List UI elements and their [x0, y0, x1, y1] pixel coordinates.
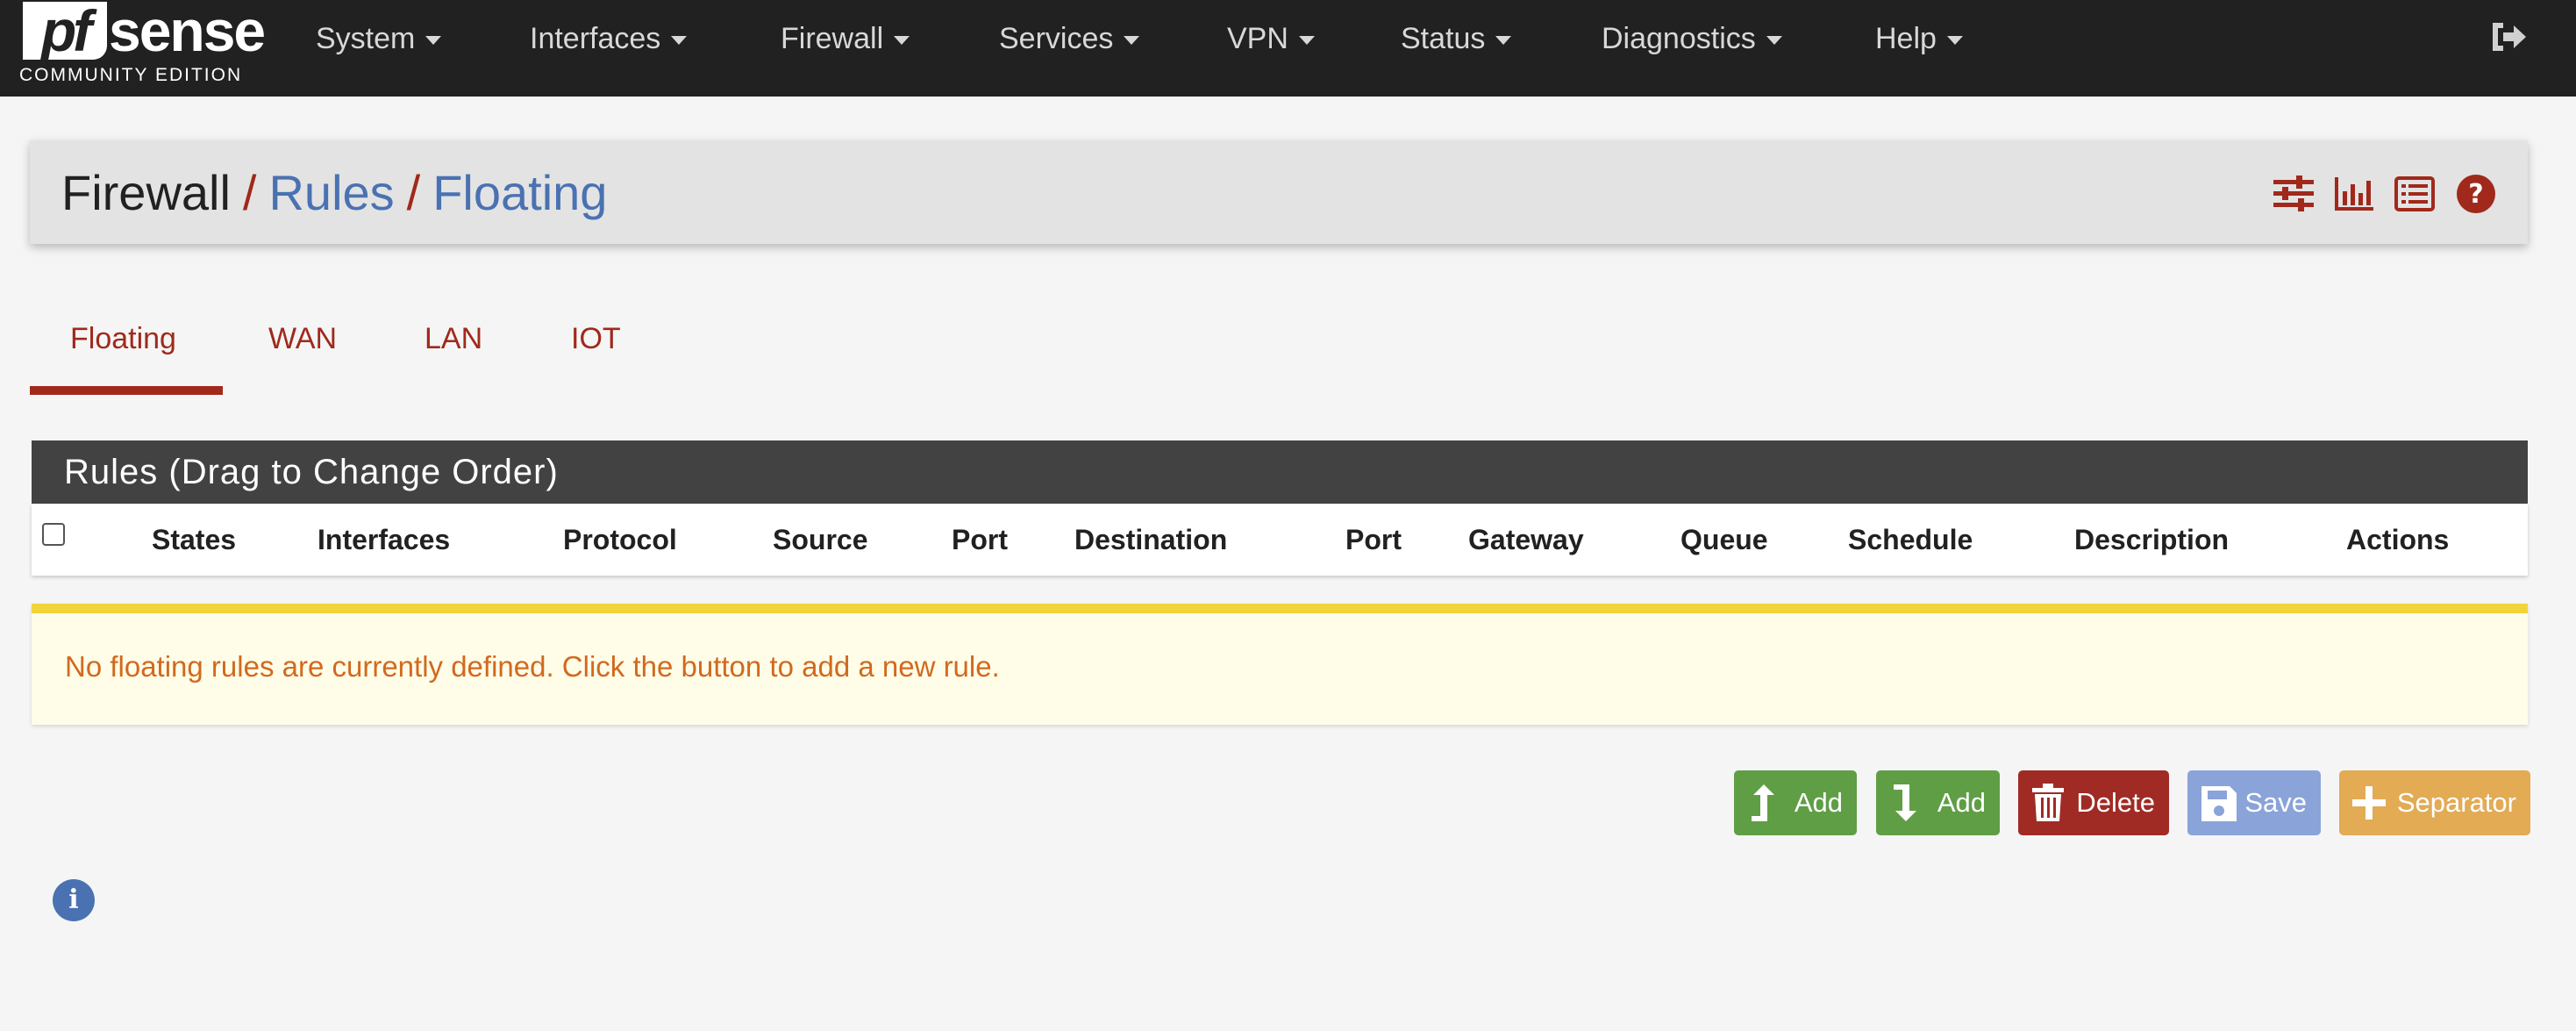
- nav-status-label: Status: [1401, 22, 1486, 55]
- active-tab-indicator: [30, 386, 223, 395]
- column-description[interactable]: Description: [2074, 521, 2229, 558]
- column-source-port[interactable]: Port: [952, 521, 1008, 558]
- separator-label: Separator: [2396, 787, 2516, 818]
- nav-system-label: System: [316, 22, 416, 55]
- nav-vpn[interactable]: VPN: [1227, 19, 1315, 58]
- column-gateway[interactable]: Gateway: [1468, 521, 1584, 558]
- breadcrumb-separator: /: [242, 165, 257, 220]
- caret-down-icon: [1495, 36, 1512, 46]
- column-interfaces[interactable]: Interfaces: [318, 521, 450, 558]
- add-bottom-label: Add: [1937, 787, 1986, 818]
- list-icon[interactable]: [2394, 174, 2436, 214]
- add-rule-top-button[interactable]: Add: [1734, 770, 1857, 835]
- caret-down-icon: [425, 36, 442, 46]
- level-up-icon: [1752, 784, 1774, 821]
- svg-text:?: ?: [2468, 179, 2483, 210]
- column-actions: Actions: [2346, 524, 2450, 555]
- floppy-disk-icon: [2201, 786, 2237, 821]
- add-rule-bottom-button[interactable]: Add: [1876, 770, 2000, 835]
- pfsense-logo[interactable]: pf sense COMMUNITY EDITION: [18, 0, 266, 97]
- caret-down-icon: [671, 36, 688, 46]
- column-destination[interactable]: Destination: [1074, 521, 1227, 558]
- logo-sense-text: sense: [109, 0, 266, 63]
- nav-help[interactable]: Help: [1875, 19, 1963, 58]
- column-schedule[interactable]: Schedule: [1848, 521, 1973, 558]
- logo-pf-text: pf: [23, 2, 107, 60]
- rules-table-header: States Interfaces Protocol Source Port D…: [32, 504, 2528, 576]
- question-circle-icon[interactable]: ?: [2456, 174, 2496, 214]
- sliders-icon[interactable]: [2272, 174, 2316, 214]
- nav-diagnostics[interactable]: Diagnostics: [1602, 19, 1782, 58]
- nav-interfaces[interactable]: Interfaces: [530, 19, 688, 58]
- nav-firewall-label: Firewall: [781, 22, 884, 55]
- add-top-label: Add: [1794, 787, 1843, 818]
- tab-wan[interactable]: WAN: [268, 318, 337, 360]
- rules-panel-title: Rules (Drag to Change Order): [64, 453, 559, 491]
- caret-down-icon: [1766, 36, 1782, 46]
- caret-down-icon: [1298, 36, 1315, 46]
- select-all-checkbox[interactable]: [42, 523, 65, 546]
- no-rules-alert: No floating rules are currently defined.…: [32, 604, 2528, 725]
- tab-lan[interactable]: LAN: [425, 318, 482, 360]
- tab-iot[interactable]: IOT: [571, 318, 621, 360]
- tab-floating[interactable]: Floating: [70, 318, 176, 360]
- breadcrumb-separator: /: [406, 165, 421, 220]
- breadcrumb: Firewall / Rules / Floating: [61, 165, 607, 221]
- nav-interfaces-label: Interfaces: [530, 22, 661, 55]
- delete-label: Delete: [2076, 787, 2155, 818]
- save-label: Save: [2244, 787, 2307, 818]
- level-down-icon: [1894, 784, 1916, 821]
- column-protocol[interactable]: Protocol: [563, 521, 677, 558]
- nav-services-label: Services: [999, 22, 1114, 55]
- column-destination-port[interactable]: Port: [1345, 521, 1402, 558]
- sign-out-icon[interactable]: [2489, 19, 2530, 54]
- top-navbar: pf sense COMMUNITY EDITION System Interf…: [0, 0, 2576, 97]
- nav-help-label: Help: [1875, 22, 1937, 55]
- column-source[interactable]: Source: [773, 521, 867, 558]
- breadcrumb-panel: Firewall / Rules / Floating ?: [30, 140, 2528, 244]
- caret-down-icon: [894, 36, 910, 46]
- info-circle-icon[interactable]: i: [53, 879, 95, 921]
- breadcrumb-floating-link[interactable]: Floating: [432, 165, 607, 220]
- caret-down-icon: [1124, 36, 1140, 46]
- breadcrumb-rules-link[interactable]: Rules: [268, 165, 394, 220]
- plus-icon: [2352, 786, 2386, 820]
- add-separator-button[interactable]: Separator: [2339, 770, 2530, 835]
- nav-system[interactable]: System: [316, 19, 442, 58]
- nav-vpn-label: VPN: [1227, 22, 1288, 55]
- trash-icon: [2032, 784, 2064, 821]
- column-queue[interactable]: Queue: [1680, 521, 1768, 558]
- caret-down-icon: [1946, 36, 1963, 46]
- rules-panel-heading: Rules (Drag to Change Order): [32, 440, 2528, 504]
- nav-services[interactable]: Services: [999, 19, 1140, 58]
- nav-diagnostics-label: Diagnostics: [1602, 22, 1756, 55]
- bar-chart-icon[interactable]: [2333, 174, 2375, 214]
- column-states[interactable]: States: [152, 521, 236, 558]
- save-button[interactable]: Save: [2187, 770, 2321, 835]
- breadcrumb-firewall: Firewall: [61, 165, 231, 220]
- nav-status[interactable]: Status: [1401, 19, 1512, 58]
- alert-message: No floating rules are currently defined.…: [65, 650, 1000, 683]
- delete-button[interactable]: Delete: [2018, 770, 2169, 835]
- nav-firewall[interactable]: Firewall: [781, 19, 910, 58]
- logo-subtitle: COMMUNITY EDITION: [19, 65, 243, 85]
